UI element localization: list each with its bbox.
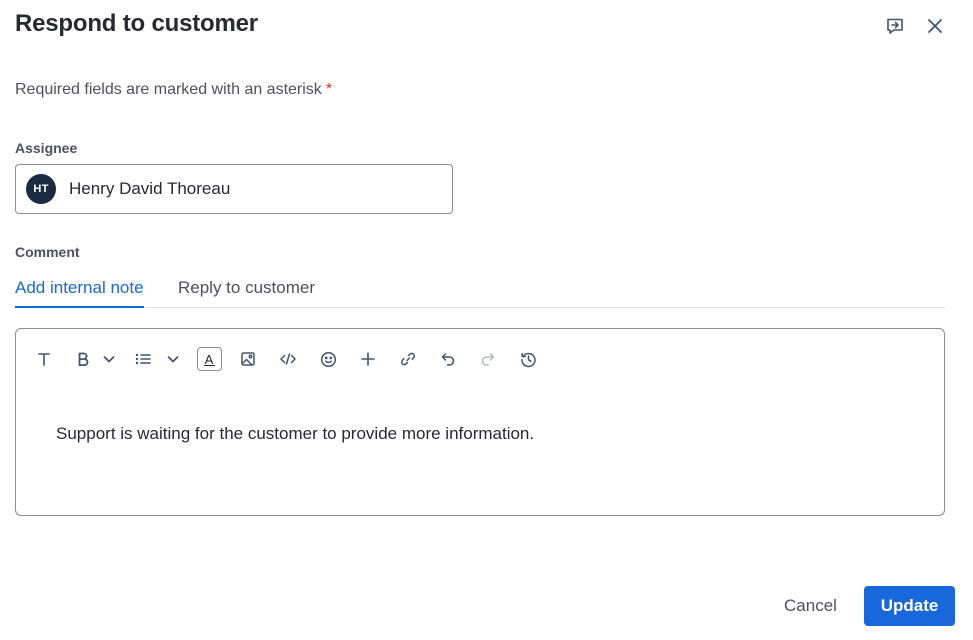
chevron-down-icon <box>103 356 115 363</box>
bullet-list-icon <box>135 353 151 365</box>
text-color-icon: A <box>196 347 222 371</box>
text-style-icon <box>38 353 50 366</box>
close-button[interactable] <box>921 12 949 40</box>
comment-editor[interactable]: A Support is waiting for the customer to… <box>15 328 945 516</box>
bullet-list-button[interactable] <box>128 343 158 375</box>
more-formatting-button[interactable] <box>98 343 120 375</box>
code-icon <box>280 353 296 365</box>
update-button[interactable]: Update <box>864 586 955 626</box>
emoji-button[interactable] <box>314 343 342 375</box>
required-asterisk: * <box>325 81 333 98</box>
insert-image-button[interactable] <box>234 343 262 375</box>
image-icon <box>241 352 255 366</box>
required-note-text: Required fields are marked with an aster… <box>15 81 322 98</box>
comment-tabs: Add internal note Reply to customer <box>15 272 945 308</box>
chevron-down-icon <box>167 356 179 363</box>
redo-icon <box>481 353 495 366</box>
plus-icon <box>361 352 375 366</box>
list-options-button[interactable] <box>162 343 184 375</box>
cancel-button[interactable]: Cancel <box>766 586 855 626</box>
undo-icon <box>441 353 455 366</box>
assignee-picker[interactable]: HT Henry David Thoreau <box>15 164 453 214</box>
tab-reply-to-customer[interactable]: Reply to customer <box>178 278 315 306</box>
dialog-title: Respond to customer <box>15 10 258 37</box>
feedback-button[interactable] <box>881 12 909 40</box>
comment-label: Comment <box>15 244 80 260</box>
history-icon <box>520 352 536 367</box>
comment-body[interactable]: Support is waiting for the customer to p… <box>56 424 534 444</box>
code-button[interactable] <box>274 343 302 375</box>
emoji-icon <box>320 351 336 367</box>
close-icon <box>928 19 942 33</box>
assignee-name: Henry David Thoreau <box>69 179 231 198</box>
link-button[interactable] <box>394 343 422 375</box>
redo-button[interactable] <box>474 343 502 375</box>
text-style-button[interactable] <box>30 343 58 375</box>
bold-button[interactable] <box>68 343 98 375</box>
undo-button[interactable] <box>434 343 462 375</box>
feedback-icon <box>887 18 903 34</box>
avatar: HT <box>26 174 56 204</box>
history-button[interactable] <box>514 343 542 375</box>
required-fields-note: Required fields are marked with an aster… <box>15 81 332 99</box>
tab-add-internal-note[interactable]: Add internal note <box>15 278 144 308</box>
assignee-label: Assignee <box>15 140 78 156</box>
bold-icon <box>78 352 89 366</box>
insert-button[interactable] <box>354 343 382 375</box>
text-color-button[interactable]: A <box>196 343 222 375</box>
editor-toolbar: A <box>30 343 542 375</box>
link-icon <box>401 352 415 366</box>
